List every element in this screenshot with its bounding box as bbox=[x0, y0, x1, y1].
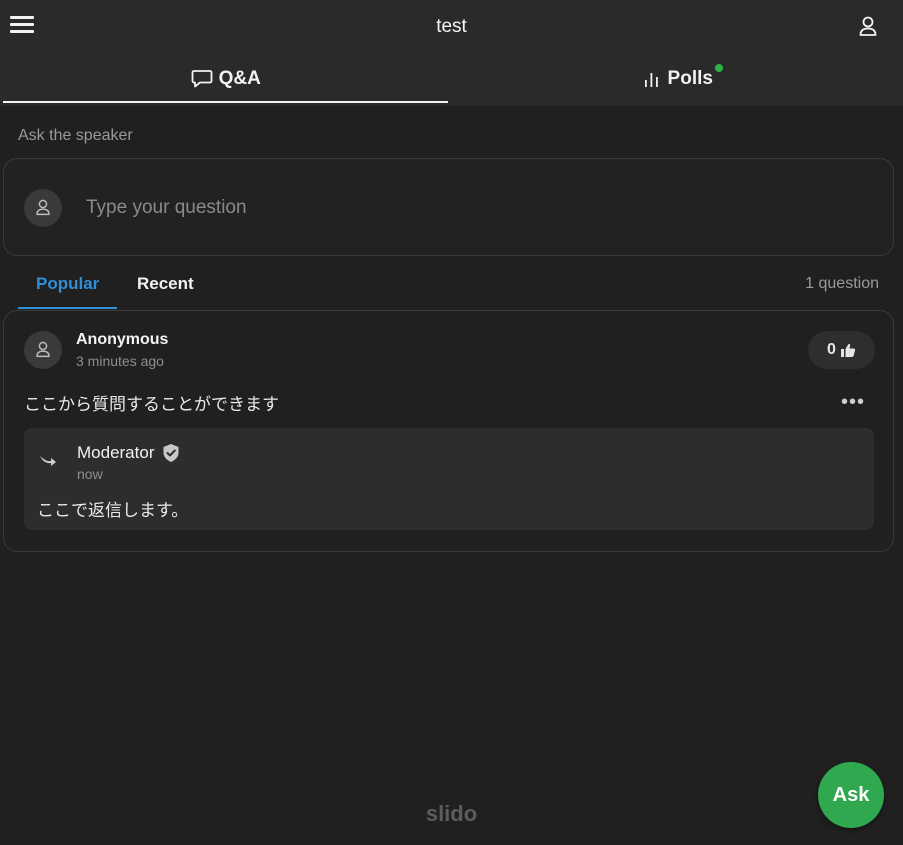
question-placeholder: Type your question bbox=[86, 197, 247, 218]
question-input[interactable]: Type your question bbox=[3, 158, 894, 256]
tab-qa-label: Q&A bbox=[218, 68, 261, 89]
user-icon bbox=[36, 199, 50, 216]
ask-the-speaker-label: Ask the speaker bbox=[18, 127, 133, 144]
avatar bbox=[24, 331, 62, 369]
tab-polls-label: Polls bbox=[667, 68, 713, 89]
app-header: test bbox=[0, 0, 903, 52]
question-text: ここから質問することができます bbox=[24, 395, 279, 414]
reply-author-name: Moderator bbox=[77, 443, 155, 462]
ask-button[interactable]: Ask bbox=[818, 762, 884, 828]
user-icon[interactable] bbox=[858, 16, 878, 38]
tab-polls[interactable]: Polls bbox=[452, 52, 903, 106]
thumbs-up-icon bbox=[840, 343, 856, 357]
more-options-button[interactable]: ••• bbox=[841, 391, 865, 414]
filter-tab-indicator bbox=[18, 307, 117, 309]
reply-author: Moderator bbox=[77, 443, 180, 463]
like-count: 0 bbox=[827, 341, 836, 358]
reply-time: now bbox=[77, 466, 103, 482]
reply-arrow-icon bbox=[40, 456, 56, 466]
active-tab-indicator bbox=[3, 101, 448, 103]
moderator-reply: Moderator now ここで返信します。 bbox=[24, 428, 874, 530]
reply-text: ここで返信します。 bbox=[37, 501, 189, 520]
question-time: 3 minutes ago bbox=[76, 353, 164, 369]
polls-notification-dot bbox=[715, 64, 723, 72]
verified-shield-icon bbox=[163, 444, 179, 462]
event-title: test bbox=[436, 16, 467, 37]
main-tabs: Q&A Polls bbox=[0, 52, 903, 106]
question-author: Anonymous bbox=[76, 331, 169, 348]
chat-bubble-icon bbox=[191, 70, 213, 88]
like-button[interactable]: 0 bbox=[808, 331, 875, 369]
question-count: 1 question bbox=[805, 275, 879, 292]
tab-popular[interactable]: Popular bbox=[36, 274, 99, 294]
tab-qa[interactable]: Q&A bbox=[0, 52, 452, 106]
tab-recent[interactable]: Recent bbox=[137, 274, 194, 294]
avatar bbox=[24, 189, 62, 227]
bar-chart-icon bbox=[644, 73, 658, 87]
question-card: Anonymous 3 minutes ago 0 ここから質問することができま… bbox=[3, 310, 894, 552]
slido-logo: slido bbox=[425, 801, 478, 826]
user-icon bbox=[36, 341, 50, 358]
